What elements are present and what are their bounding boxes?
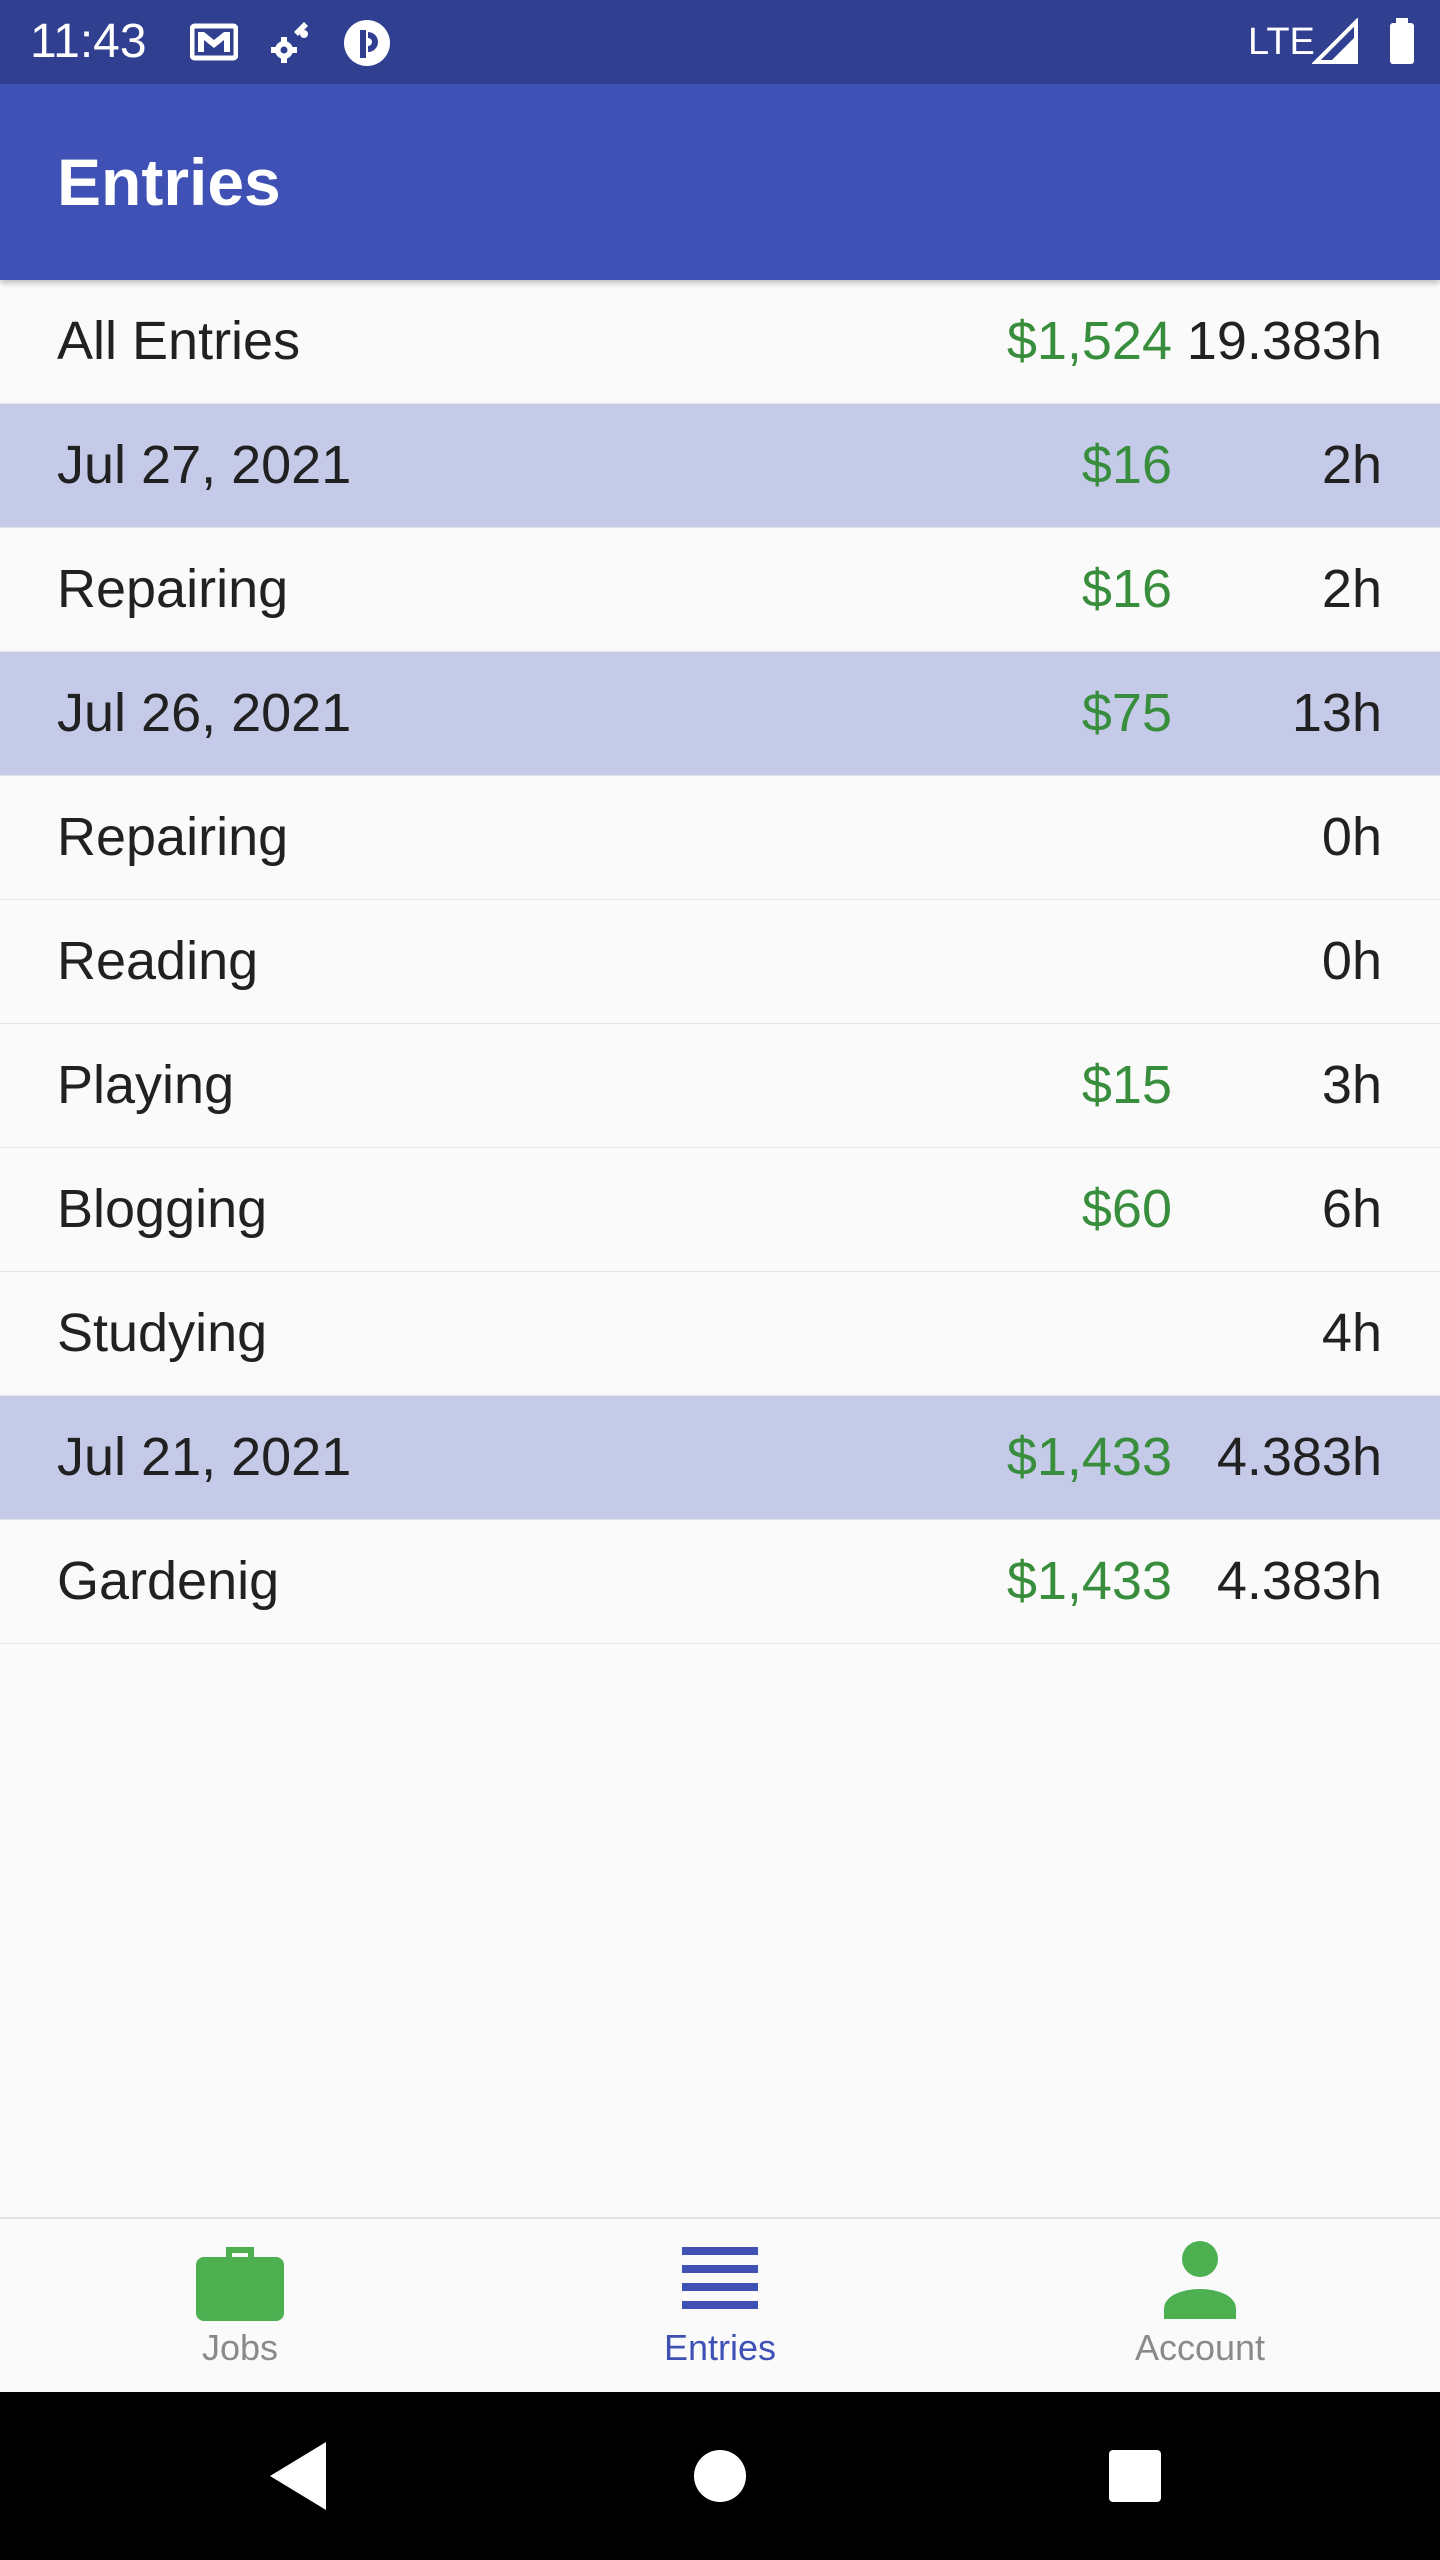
entry-label: Studying [57,1303,268,1363]
entry-amount: $1,433 [1006,1427,1172,1487]
entry-amount: $60 [1081,1179,1172,1239]
battery-icon [1378,18,1426,66]
entry-hours: 4.383h [1216,1551,1382,1611]
entry-label: Jul 26, 2021 [57,683,352,743]
app-circle-icon [342,18,390,66]
person-icon [1152,2233,1248,2329]
entry-amount: $16 [1081,435,1172,495]
entries-list: All Entries $1,524 19.383h Jul 27, 2021 … [0,280,1440,1644]
entry-row[interactable]: Studying 4h [0,1272,1440,1396]
entry-hours: 0h [1321,931,1382,991]
bottom-navigation: Jobs Entries Account [0,2217,1440,2394]
status-time: 11:43 [30,15,147,68]
list-icon [672,2233,768,2329]
entry-label: Blogging [57,1179,268,1239]
entry-hours: 2h [1321,435,1382,495]
entry-label: Repairing [57,807,289,867]
entry-amount: $75 [1081,683,1172,743]
entry-hours: 4h [1321,1303,1382,1363]
entry-amount: $1,524 [1006,311,1172,371]
entry-amount: $1,433 [1006,1551,1172,1611]
nav-label-jobs: Jobs [201,2327,279,2368]
entry-row-all-entries[interactable]: All Entries $1,524 19.383h [0,280,1440,404]
network-type: LTE [1248,21,1315,63]
entry-hours: 6h [1321,1179,1382,1239]
entry-label: All Entries [57,311,301,371]
nav-label-account: Account [1134,2327,1266,2368]
entry-row[interactable]: Gardenig $1,433 4.383h [0,1520,1440,1644]
entry-row[interactable]: Blogging $60 6h [0,1148,1440,1272]
nav-label-entries: Entries [663,2327,777,2368]
entry-label: Jul 21, 2021 [57,1427,352,1487]
home-icon[interactable] [680,2436,760,2516]
date-header-row[interactable]: Jul 26, 2021 $75 13h [0,652,1440,776]
briefcase-icon [192,2233,288,2329]
gmail-icon [189,18,239,66]
status-bar: 11:43 LTE [0,0,1440,84]
entry-row[interactable]: Reading 0h [0,900,1440,1024]
entry-hours: 3h [1321,1055,1382,1115]
entry-row[interactable]: Repairing 0h [0,776,1440,900]
nav-item-entries[interactable]: Entries [480,2219,960,2394]
app-bar: Entries [0,84,1440,280]
entry-amount: $15 [1081,1055,1172,1115]
entry-hours: 19.383h [1186,311,1382,371]
entry-hours: 13h [1291,683,1382,743]
system-navigation-bar [0,2392,1440,2560]
entry-label: Reading [57,931,259,991]
page-title: Entries [57,145,281,219]
back-icon[interactable] [260,2436,340,2516]
recents-icon[interactable] [1095,2436,1175,2516]
entry-hours: 0h [1321,807,1382,867]
entry-hours: 2h [1321,559,1382,619]
entry-label: Gardenig [57,1551,280,1611]
entry-hours: 4.383h [1216,1427,1382,1487]
entry-label: Jul 27, 2021 [57,435,352,495]
entry-label: Repairing [57,559,289,619]
entry-amount: $16 [1081,559,1172,619]
nav-item-jobs[interactable]: Jobs [0,2219,480,2394]
nav-item-account[interactable]: Account [960,2219,1440,2394]
signal-icon [1311,17,1360,66]
settings-sync-icon [266,18,314,66]
date-header-row[interactable]: Jul 27, 2021 $16 2h [0,404,1440,528]
date-header-row[interactable]: Jul 21, 2021 $1,433 4.383h [0,1396,1440,1520]
entry-row[interactable]: Playing $15 3h [0,1024,1440,1148]
entry-row[interactable]: Repairing $16 2h [0,528,1440,652]
entry-label: Playing [57,1055,235,1115]
